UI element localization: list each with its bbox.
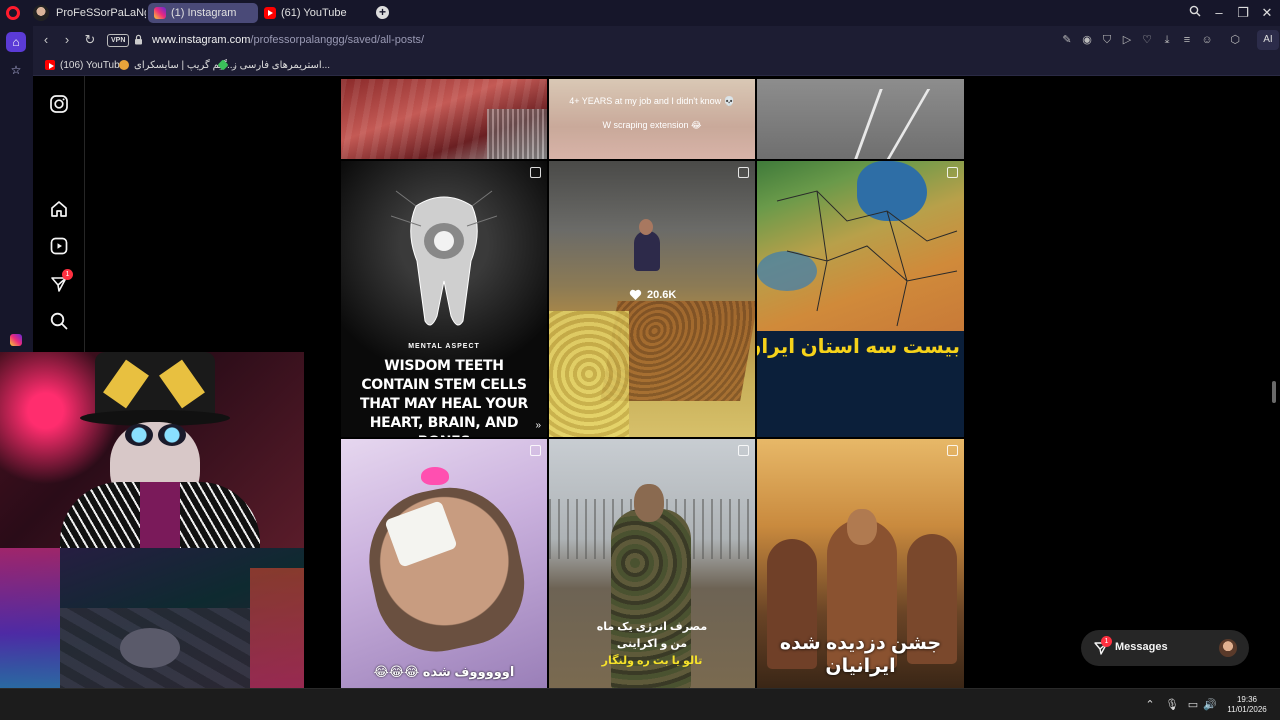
url-domain: www.instagram.com [152, 34, 251, 46]
bookmarks-bar: (106) YouTube گیم گریپ | سایسکرای... است… [33, 54, 1280, 76]
chevron-up-icon[interactable]: ⌃ [1143, 699, 1157, 711]
tab-youtube[interactable]: (61) YouTube [258, 3, 368, 23]
tab-label: ProFeSSorPaLaNg Stream [56, 7, 146, 19]
youtube-icon [45, 60, 55, 70]
download-icon[interactable]: ⤓ [1160, 33, 1174, 47]
close-button[interactable]: ✕ [1256, 4, 1278, 22]
youtube-favicon-icon [264, 7, 276, 19]
post-caption: اوووووف شده 😂😂😂 [373, 664, 515, 679]
post-caption: W scraping extension 😂 [602, 120, 702, 130]
home-icon[interactable]: ⌂ [6, 32, 26, 52]
tab-bar: ProFeSSorPaLaNg Stream (1) Instagram (61… [0, 0, 1280, 26]
opera-logo-icon[interactable] [6, 6, 20, 20]
avatar [1219, 639, 1237, 657]
back-button[interactable]: ‹ [37, 32, 55, 48]
reels-icon[interactable] [49, 236, 69, 256]
webcam-overlay-main [0, 352, 304, 548]
search-tabs-icon[interactable] [1184, 4, 1206, 22]
play-icon[interactable]: ▷ [1120, 33, 1134, 47]
url-path: /professorpalanggg/saved/all-posts/ [250, 34, 425, 46]
home-icon[interactable] [49, 199, 69, 219]
post-caption: مصرف انرژی یک ماه من و اکراینی تالو یا ب… [549, 619, 755, 670]
scrollbar[interactable] [1272, 381, 1276, 403]
address-bar: ‹ › ↻ VPN www.instagram.com/professorpal… [33, 26, 1280, 54]
post-caption: WISDOM TEETH CONTAIN STEM CELLS THAT MAY… [359, 358, 529, 437]
post-tile-meat[interactable] [341, 79, 547, 159]
url-field[interactable]: www.instagram.com/professorpalanggg/save… [152, 34, 424, 46]
reload-button[interactable]: ↻ [81, 32, 99, 48]
like-count: 20.6K [629, 289, 676, 301]
messages-nav[interactable]: 1 [49, 269, 73, 294]
network-icon[interactable]: ▭ [1186, 699, 1200, 711]
map-borders-icon [776, 190, 958, 327]
menu-icon[interactable]: ≡ [1180, 33, 1194, 47]
reel-icon [738, 167, 749, 178]
tab-stream[interactable]: ProFeSSorPaLaNg Stream [50, 3, 146, 23]
caption-line: تالو یا بت ره ولنگار [601, 655, 703, 667]
search-icon[interactable] [49, 311, 69, 331]
reel-icon [947, 167, 958, 178]
tab-instagram[interactable]: (1) Instagram [148, 3, 258, 23]
avatar [33, 5, 49, 21]
profile-icon[interactable]: ☺ [1200, 33, 1214, 47]
heart-icon [629, 289, 642, 300]
reel-icon [530, 445, 541, 456]
clock-date: 11/01/2026 [1227, 705, 1267, 714]
site-icon [217, 59, 229, 71]
ai-button[interactable]: AI [1257, 30, 1279, 50]
system-clock[interactable]: 19:36 11/01/2026 [1222, 695, 1272, 715]
extensions-icon[interactable]: ⬡ [1228, 33, 1242, 47]
post-brand: MENTAL ASPECT [408, 343, 480, 350]
shield-icon[interactable]: ⛉ [1100, 33, 1114, 47]
volume-icon[interactable]: 🔊 [1203, 699, 1217, 711]
carousel-icon [530, 167, 541, 178]
clock-time: 19:36 [1236, 695, 1258, 704]
post-tile-job[interactable]: 4+ YEARS at my job and I didn't know 💀 W… [549, 79, 755, 159]
maximize-button[interactable]: ❐ [1232, 4, 1254, 22]
post-tile-food[interactable]: 20.6K [549, 161, 755, 437]
minimize-button[interactable]: – [1208, 4, 1230, 22]
caption-line: مصرف انرژی یک ماه [596, 621, 708, 633]
messages-button[interactable]: 1 Messages [1081, 630, 1249, 666]
forward-button[interactable]: › [58, 32, 76, 48]
taskbar: ⌃ 🎙 ▭ 🔊 19:36 11/01/2026 [0, 688, 1280, 720]
post-tile-map[interactable]: بیست سه استان ایران با در سنگ نوشته داری… [757, 161, 964, 437]
bookmark-youtube[interactable]: (106) YouTube [45, 57, 125, 73]
bookmark-label: (106) YouTube [60, 59, 126, 71]
microphone-icon[interactable]: 🎙 [1165, 699, 1179, 711]
bookmark-streamers[interactable]: استریمرهای فارسی ز... [217, 57, 331, 73]
post-caption: جشن دزدیده شده ایرانیان [779, 633, 942, 677]
post-tile-hospital[interactable]: اوووووف شده 😂😂😂 [341, 439, 547, 688]
star-icon[interactable]: ☆ [6, 60, 26, 80]
heart-icon[interactable]: ♡ [1140, 33, 1154, 47]
instagram-sidebar-icon[interactable] [6, 330, 26, 350]
like-count-value: 20.6K [647, 289, 677, 301]
chevrons-icon: » [535, 420, 541, 431]
camera-icon[interactable]: ◉ [1080, 33, 1094, 47]
tab-label: (61) YouTube [281, 7, 347, 19]
instagram-favicon-icon [154, 7, 166, 19]
notification-badge: 1 [62, 269, 73, 280]
reel-icon [738, 445, 749, 456]
notification-badge: 1 [1101, 636, 1112, 647]
lock-icon [135, 34, 142, 45]
vpn-badge[interactable]: VPN [107, 34, 130, 47]
post-caption: بیست سه استان ایران با در سنگ نوشته داری… [757, 336, 960, 358]
instagram-logo-icon[interactable] [49, 94, 69, 114]
caption-line: من و اکراینی [616, 638, 688, 650]
edit-icon[interactable]: ✎ [1060, 33, 1074, 47]
reel-icon [947, 445, 958, 456]
post-tile-festival[interactable]: جشن دزدیده شده ایرانیان [757, 439, 964, 688]
tab-label: (1) Instagram [171, 7, 237, 19]
site-icon [119, 60, 129, 70]
new-tab-button[interactable]: + [376, 6, 389, 19]
messages-label: Messages [1115, 641, 1168, 653]
post-tile-parking[interactable] [757, 79, 964, 159]
post-tile-soldier[interactable]: مصرف انرژی یک ماه من و اکراینی تالو یا ب… [549, 439, 755, 688]
post-caption: 4+ YEARS at my job and I didn't know 💀 [569, 96, 735, 106]
post-tile-wisdom-teeth[interactable]: MENTAL ASPECT WISDOM TEETH CONTAIN STEM … [341, 161, 547, 437]
tooth-illustration-icon [391, 190, 497, 326]
bookmark-label: استریمرهای فارسی ز... [232, 59, 331, 71]
